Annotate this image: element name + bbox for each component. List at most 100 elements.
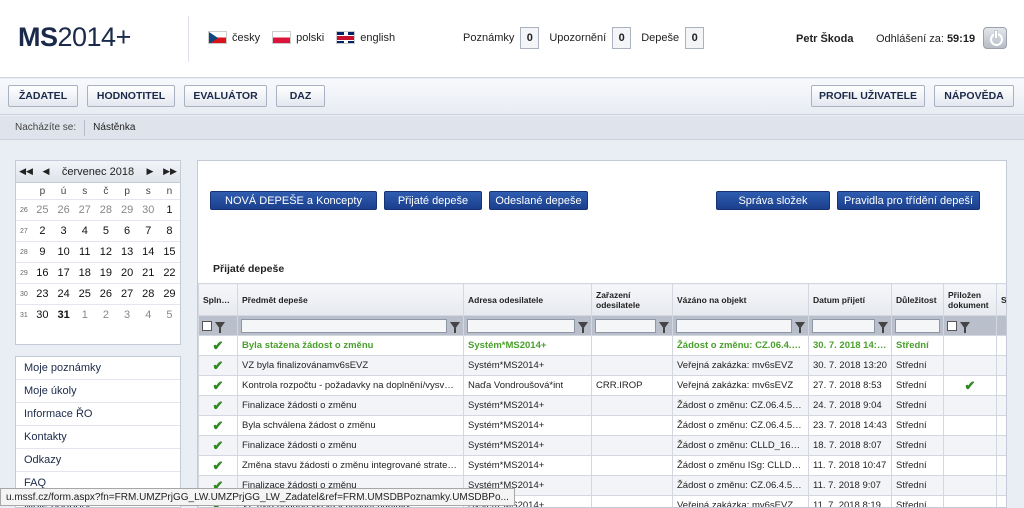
filter-icon[interactable] — [878, 322, 888, 333]
filter-icon[interactable] — [450, 322, 460, 333]
calendar-day[interactable]: 14 — [138, 246, 159, 258]
menu-moje-ukoly[interactable]: Moje úkoly — [16, 380, 180, 403]
filter-checkbox[interactable] — [947, 320, 957, 331]
sent-messages-button[interactable]: Odeslané depeše — [489, 191, 588, 210]
calendar-day[interactable]: 10 — [53, 246, 74, 258]
col-header-s[interactable]: S — [996, 283, 1006, 316]
calendar-day[interactable]: 29 — [159, 288, 180, 300]
calendar-day[interactable]: 23 — [32, 288, 53, 300]
col-header-datum[interactable]: Datum přijetí — [808, 283, 892, 316]
calendar-day[interactable]: 15 — [159, 246, 180, 258]
calendar-day[interactable]: 3 — [53, 225, 74, 237]
calendar-day[interactable]: 5 — [95, 225, 116, 237]
next-year-icon[interactable]: ▶▶ — [160, 166, 180, 177]
table-row[interactable]: ✔ Byla stažena žádost o změnu Systém*MS201… — [198, 335, 1006, 356]
breadcrumb-current[interactable]: Nástěnka — [93, 122, 135, 133]
new-message-button[interactable]: NOVÁ DEPEŠE a Koncepty — [210, 191, 377, 210]
col-header-prilozen[interactable]: Přiložen dokument — [943, 283, 997, 316]
calendar-day[interactable]: 13 — [117, 246, 138, 258]
calendar-day[interactable]: 8 — [159, 225, 180, 237]
calendar-day[interactable]: 3 — [117, 309, 138, 321]
table-row[interactable]: ✔ Změna stavu žádosti o změnu integrované… — [198, 455, 1006, 476]
calendar-day[interactable]: 31 — [53, 309, 74, 321]
filter-icon[interactable] — [578, 322, 588, 333]
calendar-day[interactable]: 30 — [138, 204, 159, 216]
calendar-day[interactable]: 24 — [53, 288, 74, 300]
table-row[interactable]: ✔ Finalizace žádosti o změnu Systém*MS2014… — [198, 435, 1006, 456]
calendar-day[interactable]: 25 — [74, 288, 95, 300]
role-evaluator-button[interactable]: EVALUÁTOR — [184, 85, 267, 107]
table-row[interactable]: ✔ Byla schválena žádost o změnu Systém*MS2… — [198, 415, 1006, 436]
filter-checkbox[interactable] — [202, 320, 212, 331]
counter-poznamky[interactable]: Poznámky 0 — [463, 27, 540, 49]
filter-input[interactable] — [595, 318, 656, 333]
filter-input[interactable] — [467, 318, 575, 333]
calendar-day[interactable]: 22 — [159, 267, 180, 279]
next-month-icon[interactable]: ▶ — [140, 166, 160, 177]
calendar-day[interactable]: 9 — [32, 246, 53, 258]
calendar-day[interactable]: 2 — [32, 225, 53, 237]
table-row[interactable]: ✔ Kontrola rozpočtu - požadavky na doplně… — [198, 375, 1006, 396]
filter-icon[interactable] — [215, 322, 225, 333]
calendar-day[interactable]: 16 — [32, 267, 53, 279]
calendar-day[interactable]: 30 — [32, 309, 53, 321]
ms2014-logo[interactable]: MS2014+ — [18, 22, 131, 53]
filter-input[interactable] — [812, 318, 875, 333]
power-icon[interactable] — [983, 27, 1007, 49]
calendar-day[interactable]: 20 — [117, 267, 138, 279]
menu-odkazy[interactable]: Odkazy — [16, 449, 180, 472]
calendar-day[interactable]: 19 — [95, 267, 116, 279]
menu-moje-poznamky[interactable]: Moje poznámky — [16, 357, 180, 380]
table-row[interactable]: ✔ Finalizace žádosti o změnu Systém*MS2014… — [198, 395, 1006, 416]
menu-informace-ro[interactable]: Informace ŘO — [16, 403, 180, 426]
col-header-adresa[interactable]: Adresa odesilatele — [463, 283, 592, 316]
calendar-day[interactable]: 26 — [53, 204, 74, 216]
calendar-day[interactable]: 28 — [95, 204, 116, 216]
col-header-predmet[interactable]: Předmět depeše — [237, 283, 464, 316]
col-header-zarazeni[interactable]: Zařazení odesilatele — [591, 283, 673, 316]
language-cesky[interactable]: česky — [208, 31, 260, 44]
role-hodnotitel-button[interactable]: HODNOTITEL — [87, 85, 175, 107]
counter-depese[interactable]: Depeše 0 — [641, 27, 705, 49]
calendar-day[interactable]: 11 — [74, 246, 95, 258]
col-header-dulezitost[interactable]: Důležitost — [891, 283, 944, 316]
filter-input[interactable] — [241, 318, 447, 333]
col-header-vazano[interactable]: Vázáno na objekt — [672, 283, 809, 316]
calendar-day[interactable]: 7 — [138, 225, 159, 237]
received-messages-button[interactable]: Přijaté depeše — [384, 191, 482, 210]
filter-icon[interactable] — [795, 322, 805, 333]
calendar-day[interactable]: 17 — [53, 267, 74, 279]
calendar-day[interactable]: 6 — [117, 225, 138, 237]
help-button[interactable]: NÁPOVĚDA — [934, 85, 1014, 107]
calendar-day[interactable]: 27 — [74, 204, 95, 216]
sorting-rules-button[interactable]: Pravidla pro třídění depeší — [837, 191, 980, 210]
calendar-day[interactable]: 4 — [138, 309, 159, 321]
language-english[interactable]: english — [336, 31, 395, 44]
prev-month-icon[interactable]: ◀ — [36, 166, 56, 177]
role-zadatel-button[interactable]: ŽADATEL — [8, 85, 78, 107]
filter-icon[interactable] — [960, 322, 970, 333]
calendar-day[interactable]: 4 — [74, 225, 95, 237]
calendar-day[interactable]: 1 — [159, 204, 180, 216]
col-header-splneno[interactable]: Splněno — [198, 283, 238, 316]
prev-year-icon[interactable]: ◀◀ — [16, 166, 36, 177]
role-daz-button[interactable]: DAZ — [276, 85, 325, 107]
filter-input[interactable] — [676, 318, 792, 333]
calendar-day[interactable]: 29 — [117, 204, 138, 216]
language-polski[interactable]: polski — [272, 31, 324, 44]
calendar-day[interactable]: 28 — [138, 288, 159, 300]
profile-button[interactable]: PROFIL UŽIVATELE — [811, 85, 925, 107]
counter-upozorneni[interactable]: Upozornění 0 — [549, 27, 632, 49]
manage-folders-button[interactable]: Správa složek — [716, 191, 830, 210]
calendar-day[interactable]: 25 — [32, 204, 53, 216]
calendar-day[interactable]: 26 — [95, 288, 116, 300]
table-row[interactable]: ✔ VZ byla finalizovánamv6sEVZ Systém*MS201… — [198, 355, 1006, 376]
calendar-day[interactable]: 1 — [74, 309, 95, 321]
calendar-day[interactable]: 18 — [74, 267, 95, 279]
calendar-day[interactable]: 2 — [95, 309, 116, 321]
calendar-day[interactable]: 21 — [138, 267, 159, 279]
filter-icon[interactable] — [659, 322, 669, 333]
filter-input[interactable] — [895, 318, 940, 333]
calendar-day[interactable]: 5 — [159, 309, 180, 321]
menu-kontakty[interactable]: Kontakty — [16, 426, 180, 449]
